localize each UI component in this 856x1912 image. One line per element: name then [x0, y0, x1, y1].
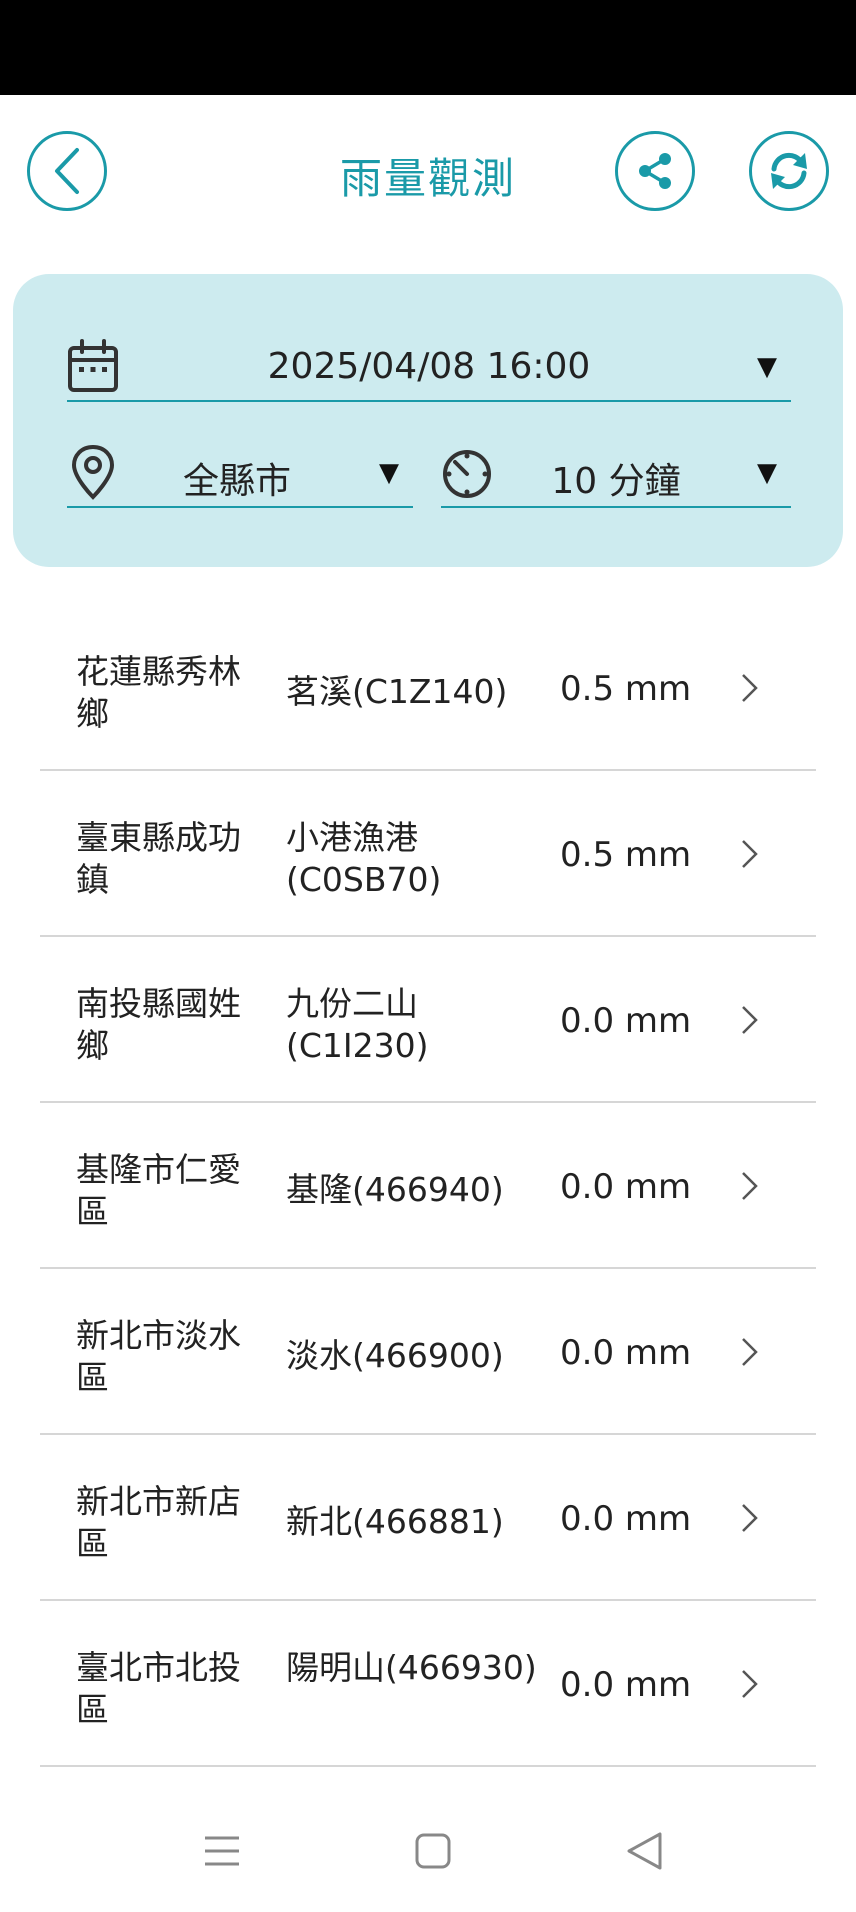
station-area: 基隆市仁愛區 [76, 1150, 241, 1231]
home-icon[interactable] [408, 1826, 458, 1876]
rainfall-value: 0.0 mm [560, 1167, 692, 1207]
chevron-left-icon [55, 148, 79, 194]
share-button[interactable] [615, 131, 695, 211]
chevron-right-icon [742, 1172, 758, 1200]
page-title: 雨量觀測 [339, 154, 516, 203]
station-area: 臺北市北投區 [76, 1648, 241, 1729]
station-area: 南投縣國姓鄉 [76, 984, 241, 1065]
timer-icon [443, 450, 491, 498]
system-nav-bar [0, 1792, 856, 1912]
rainfall-value: 0.0 mm [560, 1499, 692, 1539]
station-area: 新北市淡水區 [76, 1316, 241, 1397]
chevron-right-icon [742, 1504, 758, 1532]
share-icon [639, 153, 671, 189]
rainfall-value: 0.5 mm [560, 835, 692, 875]
station-name: 九份二山(C1I230) [286, 984, 429, 1065]
station-name: 小港漁港(C0SB70) [286, 818, 442, 899]
county-value: 全縣市 [182, 461, 291, 502]
filter-panel: 2025/04/08 16:00 ▼ 全縣市 ▼ 10 分鐘 ▼ [13, 274, 843, 567]
chevron-right-icon [742, 1338, 758, 1366]
station-name: 新北(466881) [286, 1502, 504, 1541]
rainfall-value: 0.0 mm [560, 1333, 692, 1373]
datetime-value: 2025/04/08 16:00 [267, 346, 591, 387]
station-row[interactable]: 新北市淡水區 淡水(466900) 0.0 mm [40, 1269, 816, 1435]
interval-value: 10 分鐘 [551, 461, 681, 502]
rainfall-value: 0.5 mm [560, 669, 692, 709]
dropdown-caret-icon: ▼ [379, 458, 399, 488]
station-name: 茗溪(C1Z140) [286, 672, 508, 711]
station-row[interactable]: 基隆市仁愛區 基隆(466940) 0.0 mm [40, 1103, 816, 1269]
dropdown-caret-icon: ▼ [757, 352, 777, 382]
station-row[interactable]: 南投縣國姓鄉 九份二山(C1I230) 0.0 mm [40, 937, 816, 1103]
refresh-icon [771, 152, 807, 190]
county-select[interactable]: 全縣市 ▼ [67, 440, 413, 508]
station-row[interactable]: 新北市新店區 新北(466881) 0.0 mm [40, 1435, 816, 1601]
station-name: 基隆(466940) [286, 1170, 504, 1209]
back-triangle-icon[interactable] [620, 1826, 670, 1876]
datetime-select[interactable]: 2025/04/08 16:00 ▼ [67, 334, 791, 402]
back-button[interactable] [27, 131, 107, 211]
station-list: 花蓮縣秀林鄉 茗溪(C1Z140) 0.5 mm 臺東縣成功鎮 小港漁港(C0S… [40, 605, 816, 1767]
chevron-right-icon [742, 1006, 758, 1034]
station-row[interactable]: 臺東縣成功鎮 小港漁港(C0SB70) 0.5 mm [40, 771, 816, 937]
chevron-right-icon [742, 840, 758, 868]
location-pin-icon [71, 444, 115, 500]
chevron-right-icon [742, 1670, 758, 1698]
rainfall-value: 0.0 mm [560, 1665, 692, 1705]
dropdown-caret-icon: ▼ [757, 458, 777, 488]
status-bar [0, 0, 856, 95]
chevron-right-icon [742, 674, 758, 702]
station-area: 臺東縣成功鎮 [76, 818, 241, 899]
station-area: 花蓮縣秀林鄉 [76, 652, 241, 733]
station-name: 淡水(466900) [286, 1336, 504, 1375]
station-area: 新北市新店區 [76, 1482, 241, 1563]
app-header: 雨量觀測 [0, 95, 856, 245]
station-row[interactable]: 臺北市北投區 陽明山(466930) 0.0 mm [40, 1601, 816, 1767]
station-name: 陽明山(466930) [286, 1648, 537, 1687]
station-row[interactable]: 花蓮縣秀林鄉 茗溪(C1Z140) 0.5 mm [40, 605, 816, 771]
interval-select[interactable]: 10 分鐘 ▼ [441, 440, 791, 508]
recent-apps-icon[interactable] [197, 1826, 247, 1876]
rainfall-value: 0.0 mm [560, 1001, 692, 1041]
refresh-button[interactable] [749, 131, 829, 211]
